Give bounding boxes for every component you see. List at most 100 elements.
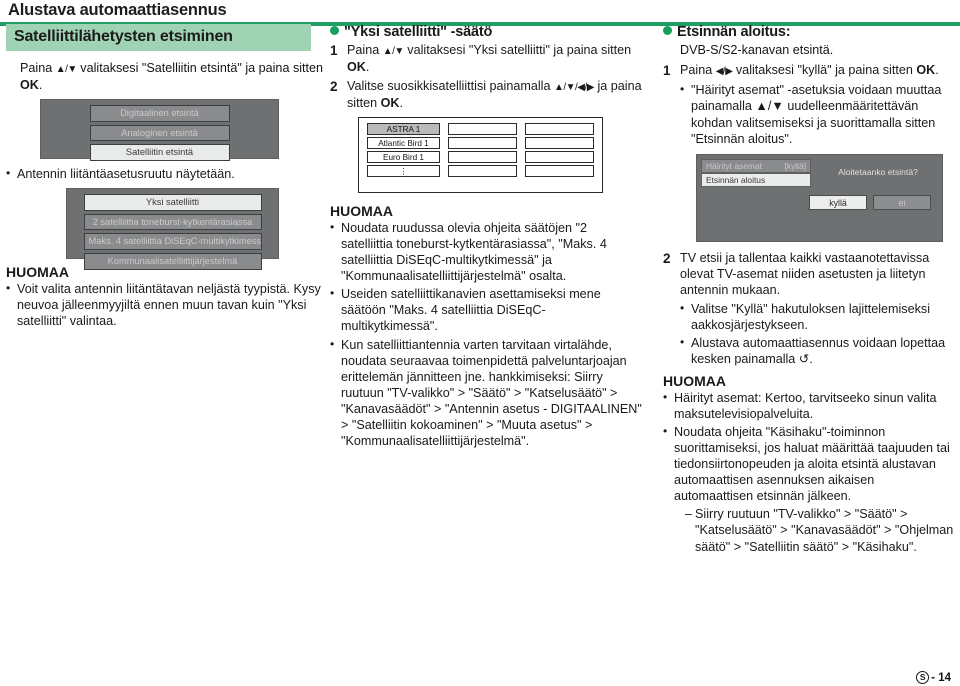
satellite-row: ASTRA 1 bbox=[367, 122, 594, 135]
page-title: Alustava automaattiasennus bbox=[8, 1, 227, 19]
satellite-cell-r2c2[interactable] bbox=[447, 150, 517, 163]
dpad-arrows-icon: ▲/▼/◀/▶ bbox=[553, 81, 595, 93]
osd-row-start-search-label: Etsinnän aloitus bbox=[706, 174, 766, 185]
column-right: Etsinnän aloitus: DVB-S/S2-kanavan etsin… bbox=[663, 24, 955, 557]
right-step-2-number: 2 bbox=[663, 250, 671, 266]
right-step-1-mid: valitaksesi "kyllä" ja paina sitten bbox=[732, 63, 917, 78]
osd-row-scrambled-stations-label: Häirityt asemat bbox=[706, 160, 762, 171]
osd-item-digital-search[interactable]: Digitaalinen etsintä bbox=[89, 104, 230, 122]
left-intro-end: . bbox=[38, 77, 43, 92]
satellite-row: ⋮ bbox=[367, 164, 594, 177]
column-left: Satelliittilähetysten etsiminen Paina ▲/… bbox=[6, 24, 324, 331]
osd-item-four-satellites-diseqc[interactable]: Maks. 4 satelliittia DiSEqC-multikytkime… bbox=[83, 233, 262, 251]
satellite-cell-r2c3[interactable] bbox=[524, 150, 594, 163]
right-note-bullet-1: • Häirityt asemat: Kertoo, tarvitseeko s… bbox=[663, 390, 955, 422]
mid-step-1: 1 Paina ▲/▼ valitaksesi "Yksi satelliitt… bbox=[330, 42, 642, 75]
left-note-bullet-text: Voit valita antennin liitäntätavan neljä… bbox=[17, 282, 321, 329]
satellite-cell-atlantic-bird-1[interactable]: Atlantic Bird 1 bbox=[367, 136, 440, 149]
mid-note-bullet-1-text: Noudata ruudussa olevia ohjeita säätöjen… bbox=[341, 220, 607, 284]
right-note-dash: – Siirry ruutuun "TV-valikko" > "Säätö" … bbox=[663, 506, 955, 554]
osd-item-analogue-search[interactable]: Analoginen etsintä bbox=[89, 124, 230, 142]
satellite-cell-r0c3[interactable] bbox=[524, 122, 594, 135]
satellite-cell-r1c2[interactable] bbox=[447, 136, 517, 149]
left-intro-pre: Paina bbox=[20, 61, 56, 75]
right-note-dash-text: Siirry ruutuun "TV-valikko" > "Säätö" > … bbox=[695, 507, 954, 554]
right-note-bullet-1-text: Häirityt asemat: Kertoo, tarvitseeko sin… bbox=[674, 390, 937, 421]
bullet-icon: • bbox=[6, 281, 11, 296]
satellite-cell-r1c3[interactable] bbox=[524, 136, 594, 149]
bullet-icon: • bbox=[680, 301, 685, 316]
right-note-bullet-2-text: Noudata ohjeita "Käsihaku"-toiminnon suo… bbox=[674, 424, 950, 504]
satellite-cell-r0c2[interactable] bbox=[447, 122, 517, 135]
updown-arrow-icon: ▲/▼ bbox=[382, 46, 405, 57]
bullet-icon: • bbox=[330, 286, 335, 301]
satellite-cell-ellipsis: ⋮ bbox=[367, 164, 440, 177]
mid-step-1-text: Paina ▲/▼ valitaksesi "Yksi satelliitti"… bbox=[347, 42, 642, 75]
section-banner-satellite-search: Satelliittilähetysten etsiminen bbox=[6, 24, 311, 51]
osd-prompt-text: Aloitetaanko etsintä? bbox=[838, 166, 918, 177]
right-step-1-pre: Paina bbox=[680, 63, 716, 78]
page-footer: S - 14 bbox=[916, 671, 951, 684]
mid-note-bullet-3: • Kun satelliittiantennia varten tarvita… bbox=[330, 337, 642, 450]
osd-screen-search-type: Digitaalinen etsintä Analoginen etsintä … bbox=[40, 98, 279, 161]
right-note-title: HUOMAA bbox=[663, 372, 726, 389]
osd-item-satellite-search[interactable]: Satelliitin etsintä bbox=[89, 144, 230, 161]
right-subtitle: DVB-S/S2-kanavan etsintä. bbox=[680, 43, 834, 57]
satellite-cell-r3c2[interactable] bbox=[447, 164, 517, 177]
region-mark-icon: S bbox=[916, 671, 930, 684]
right-step-1-ok: OK bbox=[916, 63, 936, 78]
osd-item-communal-satellite-system[interactable]: Kommunaalisatelliittijärjestelmä bbox=[83, 253, 262, 270]
mid-heading-text: "Yksi satelliitti" -säätö bbox=[344, 24, 493, 40]
green-bullet-icon bbox=[663, 26, 672, 35]
green-bullet-icon bbox=[330, 26, 339, 35]
mid-step-2: 2 Valitse suosikkisatelliittisi painamal… bbox=[330, 78, 642, 111]
osd-row-start-search[interactable]: Etsinnän aloitus bbox=[701, 172, 811, 187]
mid-step-1-number: 1 bbox=[330, 43, 338, 58]
satellite-cell-euro-bird-1[interactable]: Euro Bird 1 bbox=[367, 150, 440, 163]
left-intro-text: Paina ▲/▼ valitaksesi "Satelliitin etsin… bbox=[6, 60, 324, 93]
mid-step-2-text: Valitse suosikkisatelliittisi painamalla… bbox=[347, 78, 642, 111]
satellite-cell-r3c3[interactable] bbox=[524, 164, 594, 177]
page-columns: Satelliittilähetysten etsiminen Paina ▲/… bbox=[0, 24, 960, 664]
bullet-icon: • bbox=[330, 336, 335, 351]
osd-item-two-satellites-toneburst[interactable]: 2 satelliittia toneburst-kytkentärasiass… bbox=[83, 213, 262, 231]
right-step-1: 1 Paina ◀/▶ valitaksesi "kyllä" ja paina… bbox=[663, 62, 955, 79]
mid-step-2-number: 2 bbox=[330, 78, 338, 94]
right-heading: Etsinnän aloitus: bbox=[663, 24, 955, 40]
osd-button-group: kyllä ei bbox=[809, 194, 931, 210]
osd-screen-antenna-type: Yksi satelliitti 2 satelliittia toneburs… bbox=[66, 188, 279, 270]
osd-row-scrambled-stations-value: [kyllä] bbox=[784, 160, 806, 171]
mid-note-bullet-2: • Useiden satelliittikanavien asettamise… bbox=[330, 286, 642, 334]
left-intro-ok: OK bbox=[20, 77, 39, 92]
osd-item-single-satellite[interactable]: Yksi satelliitti bbox=[83, 194, 262, 211]
mid-note-title: HUOMAA bbox=[330, 202, 393, 219]
mid-step-2-end: . bbox=[399, 95, 404, 110]
right-note-bullet-2: • Noudata ohjeita "Käsihaku"-toiminnon s… bbox=[663, 424, 955, 505]
bullet-icon: • bbox=[663, 423, 668, 438]
right-step-2-text: TV etsii ja tallentaa kaikki vastaanotet… bbox=[680, 250, 930, 298]
right-step-2: 2 TV etsii ja tallentaa kaikki vastaanot… bbox=[663, 250, 955, 298]
satellite-cell-astra1[interactable]: ASTRA 1 bbox=[367, 122, 440, 135]
column-middle: "Yksi satelliitti" -säätö 1 Paina ▲/▼ va… bbox=[330, 24, 642, 451]
right-step-1-subbullet-text: "Häirityt asemat" -asetuksia voidaan muu… bbox=[691, 83, 942, 146]
mid-step-1-pre: Paina bbox=[347, 43, 383, 57]
osd-menu: Häirityt asemat [kyllä] Etsinnän aloitus bbox=[701, 158, 811, 187]
mid-step-2-ok: OK bbox=[380, 95, 400, 110]
page-number: - 14 bbox=[931, 671, 951, 684]
mid-heading: "Yksi satelliitti" -säätö bbox=[330, 24, 642, 40]
right-step-1-text: Paina ◀/▶ valitaksesi "kyllä" ja paina s… bbox=[680, 62, 955, 79]
mid-step-1-end: . bbox=[365, 59, 370, 74]
mid-step-1-mid: valitaksesi "Yksi satelliitti" ja paina … bbox=[403, 43, 632, 57]
left-intro-post: valitaksesi "Satelliitin etsintä" ja pai… bbox=[76, 61, 324, 75]
updown-arrow-icon: ▲/▼ bbox=[55, 64, 78, 75]
bullet-icon: • bbox=[680, 335, 685, 350]
osd-row-scrambled-stations[interactable]: Häirityt asemat [kyllä] bbox=[701, 158, 811, 173]
satellite-row: Euro Bird 1 bbox=[367, 150, 594, 163]
right-step-1-subbullet: • "Häirityt asemat" -asetuksia voidaan m… bbox=[663, 82, 955, 146]
right-step-2-bullet-1-text: Valitse "Kyllä" hakutuloksen lajittelemi… bbox=[691, 302, 930, 333]
dash-icon: – bbox=[685, 507, 693, 522]
osd-button-no[interactable]: ei bbox=[873, 194, 931, 210]
left-bullet-antenna-screen-text: Antennin liitäntäasetusruutu näytetään. bbox=[17, 166, 235, 181]
bullet-icon: • bbox=[680, 82, 685, 97]
osd-button-yes[interactable]: kyllä bbox=[809, 194, 867, 210]
